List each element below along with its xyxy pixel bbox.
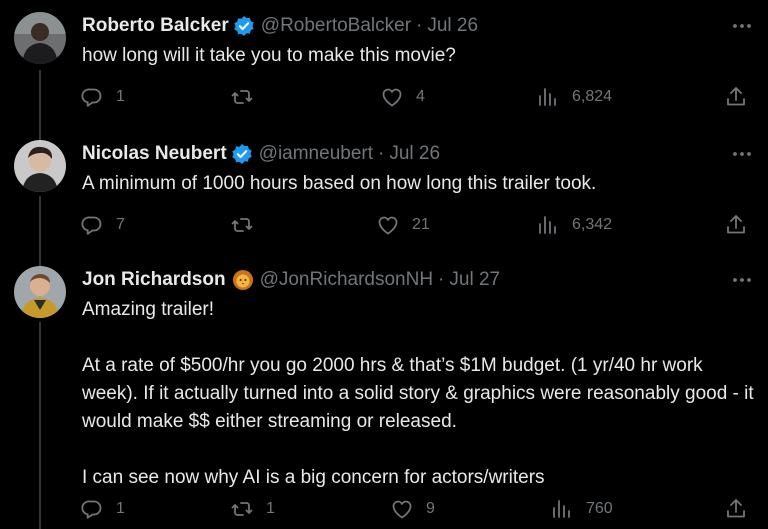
tweet-actions: 7 21 6,342 [80,211,752,239]
avatar-image [14,266,66,318]
tweet-actions: 1 1 9 760 [80,495,752,523]
retweet-button[interactable]: 1 [230,495,275,523]
tweet-roberto-balcker[interactable]: Roberto Balcker @RobertoBalcker · Jul 26… [0,0,768,126]
author-name[interactable]: Nicolas Neubert [82,143,227,165]
like-count: 21 [412,216,430,233]
tweet-header: Roberto Balcker @RobertoBalcker · Jul 26 [82,14,478,38]
share-icon [727,215,745,234]
like-count: 9 [426,500,435,517]
views-button[interactable]: 6,342 [536,211,612,239]
retweet-count: 1 [266,500,275,517]
tweet-nicolas-neubert[interactable]: Nicolas Neubert @iamneubert · Jul 26 A m… [0,126,768,252]
views-icon [553,500,570,518]
like-button[interactable]: 9 [390,495,435,523]
reply-button[interactable]: 1 [80,495,125,523]
avatar[interactable] [14,266,66,318]
author-name[interactable]: Roberto Balcker [82,15,229,37]
tweet-header: Nicolas Neubert @iamneubert · Jul 26 [82,142,440,166]
reply-icon [81,500,102,519]
reply-icon [81,88,102,107]
tweet-date[interactable]: Jul 26 [389,143,440,165]
views-icon [539,88,556,106]
tweet-text: A minimum of 1000 hours based on how lon… [82,173,597,194]
author-handle[interactable]: @iamneubert [259,143,373,165]
more-options-icon[interactable] [730,268,754,292]
tweet-date[interactable]: Jul 26 [427,15,478,37]
avatar[interactable] [14,140,66,192]
views-count: 6,342 [572,216,613,233]
views-button[interactable]: 760 [550,495,613,523]
share-button[interactable] [724,495,748,523]
more-options-icon[interactable] [730,14,754,38]
share-button[interactable] [724,83,748,111]
separator-dot: · [416,15,423,36]
tweet-jon-richardson[interactable]: Jon Richardson @JonRichardsonNH · Jul 27… [0,252,768,529]
like-icon [382,88,402,107]
more-options-icon[interactable] [730,142,754,166]
reply-button[interactable]: 1 [80,83,125,111]
views-count: 6,824 [572,88,613,105]
share-icon [727,87,745,106]
avatar[interactable] [14,12,66,64]
reply-button[interactable]: 7 [80,211,125,239]
views-count: 760 [586,500,613,517]
retweet-icon [231,218,253,232]
author-handle[interactable]: @JonRichardsonNH [260,269,433,291]
verified-badge-icon [231,143,253,165]
tweet-date[interactable]: Jul 27 [449,269,500,291]
like-button[interactable]: 4 [380,83,425,111]
separator-dot: · [378,143,385,164]
like-icon [378,216,398,235]
like-count: 4 [416,88,425,105]
author-name[interactable]: Jon Richardson [82,269,226,291]
views-icon [539,216,556,234]
reply-count: 1 [116,500,125,517]
tweet-text: how long will it take you to make this m… [82,45,456,66]
tweet-header: Jon Richardson @JonRichardsonNH · Jul 27 [82,268,500,292]
reply-count: 7 [116,216,125,233]
retweet-button[interactable] [230,83,266,111]
share-button[interactable] [724,211,748,239]
tweet-text: Amazing trailer! At a rate of $500/hr yo… [82,299,754,488]
reply-count: 1 [116,88,125,105]
retweet-icon [231,502,253,516]
separator-dot: · [438,269,445,290]
avatar-image [14,12,66,64]
tweet-actions: 1 4 6,824 [80,83,752,111]
verified-badge-icon [233,15,255,37]
views-button[interactable]: 6,824 [536,83,612,111]
like-button[interactable]: 21 [376,211,430,239]
avatar-image [14,140,66,192]
retweet-icon [231,90,253,104]
lion-emoji-icon [232,269,254,291]
retweet-button[interactable] [230,211,266,239]
author-handle[interactable]: @RobertoBalcker [261,15,411,37]
like-icon [392,500,412,519]
reply-icon [81,216,102,235]
share-icon [727,499,745,518]
